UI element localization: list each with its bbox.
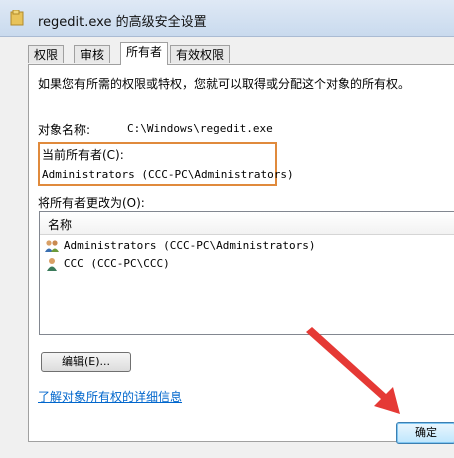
list-item[interactable]: Administrators (CCC-PC\Administrators) (44, 236, 316, 254)
change-owner-label: 将所有者更改为(O): (38, 196, 145, 210)
edit-button[interactable]: 编辑(E)... (41, 352, 131, 372)
tab-owner[interactable]: 所有者 (120, 42, 169, 65)
ok-button[interactable]: 确定 (396, 422, 454, 444)
list-item-label: Administrators (CCC-PC\Administrators) (63, 239, 316, 252)
folder-icon (10, 10, 24, 26)
tab-auditing[interactable]: 审核 (74, 45, 111, 63)
name-column-header[interactable]: 名称 (48, 216, 72, 233)
object-name-value: C:\Windows\regedit.exe (127, 122, 273, 135)
tab-permissions[interactable]: 权限 (28, 45, 65, 63)
window-title: regedit.exe 的高级安全设置 (38, 15, 207, 30)
list-item-label: CCC (CCC-PC\CCC) (63, 257, 170, 270)
list-header: 名称 (40, 212, 454, 235)
learn-more-link[interactable]: 了解对象所有权的详细信息 (38, 388, 182, 405)
tab-effective-permissions[interactable]: 有效权限 (170, 45, 231, 63)
owner-candidates-list[interactable]: 名称 Administrators (CCC-PC\Administrators… (39, 211, 454, 335)
user-icon (47, 257, 57, 271)
list-item[interactable]: CCC (CCC-PC\CCC) (44, 254, 170, 272)
object-name-label: 对象名称: (38, 123, 91, 137)
tab-strip: 权限 审核 所有者 有效权限 (28, 42, 454, 65)
current-owner-value: Administrators (CCC-PC\Administrators) (42, 168, 294, 181)
current-owner-label: 当前所有者(C): (42, 148, 124, 162)
owner-intro-text: 如果您有所需的权限或特权，您就可以取得或分配这个对象的所有权。 (38, 77, 411, 91)
owner-panel: 如果您有所需的权限或特权，您就可以取得或分配这个对象的所有权。 对象名称: C:… (28, 64, 454, 442)
title-bar: regedit.exe 的高级安全设置 (0, 0, 454, 37)
group-users-icon (45, 239, 59, 252)
